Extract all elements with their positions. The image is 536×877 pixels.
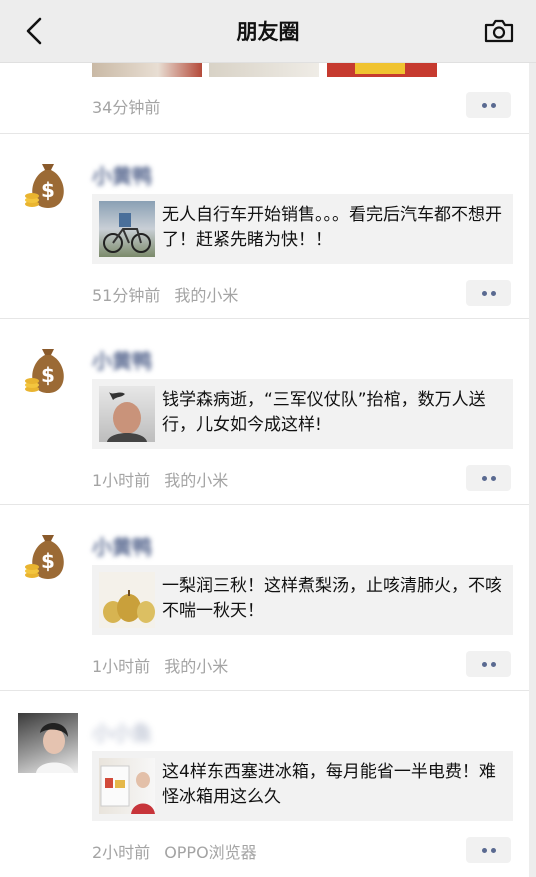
link-title: 一梨润三秋！这样煮梨汤，止咳清肺火，不咳不喘一秋天！ [162,576,502,621]
more-actions-button[interactable] [466,280,511,306]
dot-icon [481,847,487,853]
post-time: 2小时前 [92,843,151,862]
link-thumbnail [99,572,155,628]
dot-icon [481,475,487,481]
more-actions-button[interactable] [466,837,511,863]
money-bag-icon: $ [25,164,64,208]
post-card: $ 小黄鸭 钱学森病逝，“三军仪仗队”抬棺，数万人送行，儿女如今成这样! 1小时… [0,319,529,505]
dot-icon [490,475,496,481]
more-actions-button[interactable] [466,651,511,677]
camera-button[interactable] [482,16,516,46]
post-source[interactable]: 我的小米 [164,653,228,677]
post-author-name[interactable]: 小黄鸭 [92,345,152,373]
post-image[interactable] [92,62,202,77]
link-title: 无人自行车开始销售。。。看完后汽车都不想开了！赶紧先睹为快！！ [162,205,502,250]
avatar[interactable]: $ [18,341,78,401]
post-time: 34分钟前 [92,98,161,117]
shared-link-card[interactable]: 钱学森病逝，“三军仪仗队”抬棺，数万人送行，儿女如今成这样! [92,379,513,449]
post-author-name[interactable]: 小小鱼 [92,717,152,745]
svg-text:$: $ [41,178,55,202]
link-title: 这4样东西塞进冰箱，每月能省一半电费！难怪冰箱用这么久 [162,762,496,807]
top-navbar: 朋友圈 [0,0,536,63]
dot-icon [490,102,496,108]
shared-link-card[interactable]: 一梨润三秋！这样煮梨汤，止咳清肺火，不咳不喘一秋天！ [92,565,513,635]
dot-icon [490,847,496,853]
post-card: 34分钟前 [0,62,529,134]
user-photo [36,722,74,773]
post-meta: 1小时前 我的小米 [92,653,228,677]
money-bag-icon: $ [25,349,64,393]
post-meta: 2小时前 OPPO浏览器 [92,839,257,863]
avatar[interactable] [18,713,78,773]
post-meta: 34分钟前 [92,94,160,118]
post-time: 1小时前 [92,657,151,676]
dot-icon [490,661,496,667]
svg-text:$: $ [41,549,55,573]
post-image[interactable] [327,62,437,77]
pears-photo [103,590,155,623]
page-title: 朋友圈 [236,20,300,44]
dot-icon [481,290,487,296]
back-button[interactable] [18,14,50,48]
shared-link-card[interactable]: 无人自行车开始销售。。。看完后汽车都不想开了！赶紧先睹为快！！ [92,194,513,264]
moments-feed[interactable]: 34分钟前 $ 小黄鸭 无人自行车开始销售。。。看完后汽车都不想开了！赶紧先睹为… [0,62,536,877]
shared-link-card[interactable]: 这4样东西塞进冰箱，每月能省一半电费！难怪冰箱用这么久 [92,751,513,821]
post-time: 1小时前 [92,471,151,490]
link-title: 钱学森病逝，“三军仪仗队”抬棺，数万人送行，儿女如今成这样! [162,390,486,435]
post-meta: 1小时前 我的小米 [92,467,228,491]
dot-icon [481,661,487,667]
post-image[interactable] [209,62,319,77]
post-source[interactable]: 我的小米 [164,467,228,491]
bicycle-icon [103,213,151,253]
camera-icon [484,19,514,43]
svg-text:$: $ [41,363,55,387]
post-time: 51分钟前 [92,286,161,305]
more-actions-button[interactable] [466,465,511,491]
link-thumbnail [99,201,155,257]
dot-icon [490,290,496,296]
portrait-photo [107,392,147,442]
chevron-left-icon [26,17,42,45]
more-actions-button[interactable] [466,92,511,118]
link-thumbnail [99,386,155,442]
link-thumbnail [99,758,155,814]
avatar[interactable]: $ [18,527,78,587]
avatar[interactable]: $ [18,156,78,216]
money-bag-icon: $ [25,535,64,579]
post-meta: 51分钟前 我的小米 [92,282,238,306]
post-source[interactable]: OPPO浏览器 [164,839,257,863]
post-author-name[interactable]: 小黄鸭 [92,531,152,559]
post-card: 小小鱼 这4样东西塞进冰箱，每月能省一半电费！难怪冰箱用这么久 2小时前 OPP… [0,691,529,877]
post-author-name[interactable]: 小黄鸭 [92,160,152,188]
fridge-photo [100,765,155,814]
dot-icon [481,102,487,108]
post-source[interactable]: 我的小米 [174,282,238,306]
post-card: $ 小黄鸭 一梨润三秋！这样煮梨汤，止咳清肺火，不咳不喘一秋天！ 1小时前 我的… [0,505,529,691]
post-card: $ 小黄鸭 无人自行车开始销售。。。看完后汽车都不想开了！赶紧先睹为快！！ 51… [0,134,529,319]
